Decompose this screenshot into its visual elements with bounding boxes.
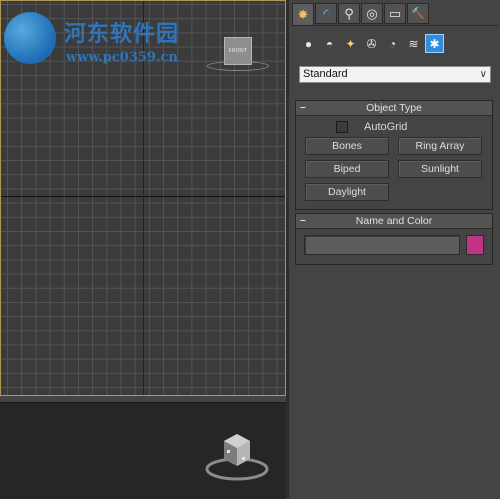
helpers-icon: ◔ (388, 36, 397, 51)
hierarchy-icon: ⚲ (344, 5, 354, 21)
sunlight-button[interactable]: Sunlight (398, 160, 482, 178)
category-dropdown[interactable]: Standard ∨ (299, 66, 491, 83)
rollout-title: Object Type (366, 102, 422, 114)
shapes-icon: ◓ (325, 36, 334, 51)
viewcube-front[interactable]: FRONT (207, 37, 269, 73)
tab-separator (292, 25, 498, 26)
watermark-title: 河东软件园 (64, 21, 180, 47)
create-categories: ● ◓ ✦ ✇ ◔ ≋ ✱ (299, 34, 446, 53)
geometry-icon: ● (304, 36, 313, 51)
motion-icon: ◎ (366, 5, 378, 21)
modify-icon: ◜ (323, 5, 329, 21)
tab-modify[interactable]: ◜ (315, 3, 337, 24)
category-geometry[interactable]: ● (299, 34, 318, 53)
lights-icon: ✦ (345, 36, 356, 51)
spacewarps-icon: ≋ (408, 36, 419, 51)
cameras-icon: ✇ (366, 36, 377, 51)
collapse-icon: – (300, 214, 306, 226)
collapse-icon: – (300, 101, 306, 113)
daylight-button[interactable]: Daylight (305, 183, 389, 201)
chevron-down-icon: ∨ (479, 69, 487, 80)
rollout-header-name-and-color[interactable]: – Name and Color (296, 214, 492, 229)
viewcube-3d-icon (205, 434, 269, 481)
viewcube-perspective[interactable] (204, 429, 270, 485)
category-lights[interactable]: ✦ (341, 34, 360, 53)
utilities-icon: 🔨 (411, 8, 425, 20)
watermark-url: www.pc0359.cn (66, 50, 178, 65)
object-name-field[interactable] (304, 235, 460, 255)
ring-array-button[interactable]: Ring Array (398, 137, 482, 155)
systems-icon: ✱ (429, 36, 440, 51)
autogrid-label: AutoGrid (364, 121, 408, 133)
create-icon: ✸ (297, 6, 309, 22)
category-systems[interactable]: ✱ (425, 34, 444, 53)
object-color-swatch[interactable] (466, 235, 484, 255)
tab-hierarchy[interactable]: ⚲ (338, 3, 360, 24)
command-panel-tabs: ✸ ◜ ⚲ ◎ ▭ 🔨 (292, 3, 430, 26)
watermark: 河东软件园 www.pc0359.cn (2, 4, 212, 68)
display-icon: ▭ (388, 5, 402, 21)
viewcube-compass-ring (207, 61, 269, 71)
rollout-object-type: – Object Type AutoGrid Bones Ring Array … (295, 100, 493, 210)
watermark-logo-icon (4, 12, 56, 64)
perspective-viewport[interactable] (0, 402, 286, 499)
autogrid-checkbox[interactable] (336, 121, 348, 133)
command-panel: ✸ ◜ ⚲ ◎ ▭ 🔨 ● ◓ ✦ ✇ ◔ ≋ ✱ Standard ∨ – O… (289, 0, 500, 498)
biped-button[interactable]: Biped (305, 160, 389, 178)
tab-utilities[interactable]: 🔨 (407, 3, 429, 24)
category-spacewarps[interactable]: ≋ (404, 34, 423, 53)
category-helpers[interactable]: ◔ (383, 34, 402, 53)
bones-button[interactable]: Bones (305, 137, 389, 155)
category-cameras[interactable]: ✇ (362, 34, 381, 53)
rollout-title: Name and Color (355, 215, 433, 227)
tab-motion[interactable]: ◎ (361, 3, 383, 24)
dropdown-selected-value: Standard (303, 68, 348, 80)
tab-create[interactable]: ✸ (292, 3, 314, 26)
autogrid-option[interactable]: AutoGrid (336, 121, 407, 133)
tab-display[interactable]: ▭ (384, 3, 406, 24)
rollout-name-and-color: – Name and Color (295, 213, 493, 265)
rollout-header-object-type[interactable]: – Object Type (296, 101, 492, 116)
category-shapes[interactable]: ◓ (320, 34, 339, 53)
